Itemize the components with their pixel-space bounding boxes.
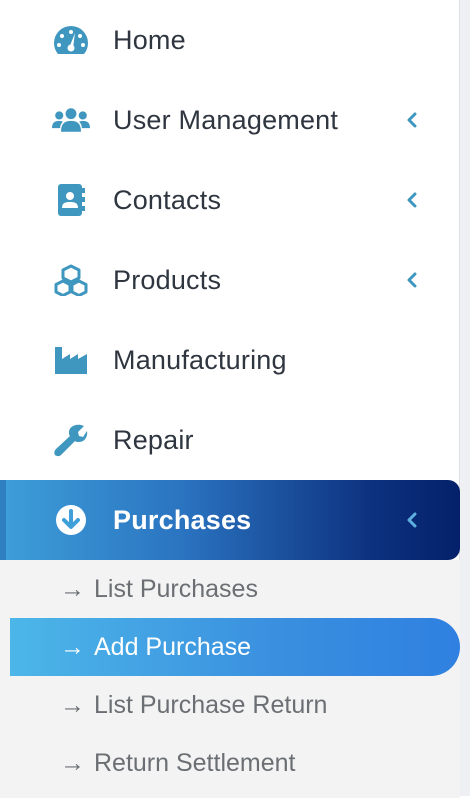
- chevron-left-icon: [404, 112, 420, 128]
- submenu-item-label: Return Settlement: [94, 748, 296, 777]
- sidebar-menu: Home User Management Contacts Products M…: [0, 0, 460, 798]
- chevron-left-icon: [404, 192, 420, 208]
- sidebar-item-user-management[interactable]: User Management: [0, 80, 460, 160]
- submenu-item-label: Add Purchase: [94, 632, 252, 661]
- wrench-icon: [52, 424, 90, 457]
- arrow-right-icon: →: [60, 690, 85, 719]
- sidebar-item-products[interactable]: Products: [0, 240, 460, 320]
- sidebar-item-label: Manufacturing: [113, 344, 287, 375]
- submenu-item-label: List Purchase Return: [94, 690, 328, 719]
- submenu-item-label: List Purchases: [94, 574, 258, 603]
- sidebar-item-manufacturing[interactable]: Manufacturing: [0, 320, 460, 400]
- dashboard-icon: [52, 24, 90, 56]
- chevron-left-icon: [404, 272, 420, 288]
- sidebar-item-label: Products: [113, 264, 222, 295]
- sidebar-item-label: User Management: [113, 104, 339, 135]
- sidebar-item-home[interactable]: Home: [0, 0, 460, 80]
- chevron-left-icon: [404, 512, 420, 528]
- arrow-right-icon: →: [60, 574, 85, 603]
- sidebar-item-contacts[interactable]: Contacts: [0, 160, 460, 240]
- sidebar-item-purchases[interactable]: Purchases: [0, 480, 460, 560]
- industry-icon: [52, 344, 90, 376]
- sidebar-item-label: Purchases: [113, 504, 252, 535]
- purchases-submenu: → List Purchases → Add Purchase → List P…: [0, 560, 460, 798]
- cubes-icon: [52, 264, 90, 296]
- content-edge: [459, 0, 470, 796]
- submenu-item-add-purchase[interactable]: → Add Purchase: [10, 618, 460, 676]
- arrow-right-icon: →: [60, 748, 85, 777]
- sidebar-item-label: Contacts: [113, 184, 222, 215]
- arrow-circle-down-icon: [52, 504, 90, 536]
- address-book-icon: [52, 184, 90, 216]
- users-icon: [52, 104, 90, 136]
- arrow-right-icon: →: [60, 632, 85, 661]
- sidebar-item-label: Repair: [113, 424, 194, 455]
- sidebar-item-label: Home: [113, 24, 186, 55]
- sidebar-item-repair[interactable]: Repair: [0, 400, 460, 480]
